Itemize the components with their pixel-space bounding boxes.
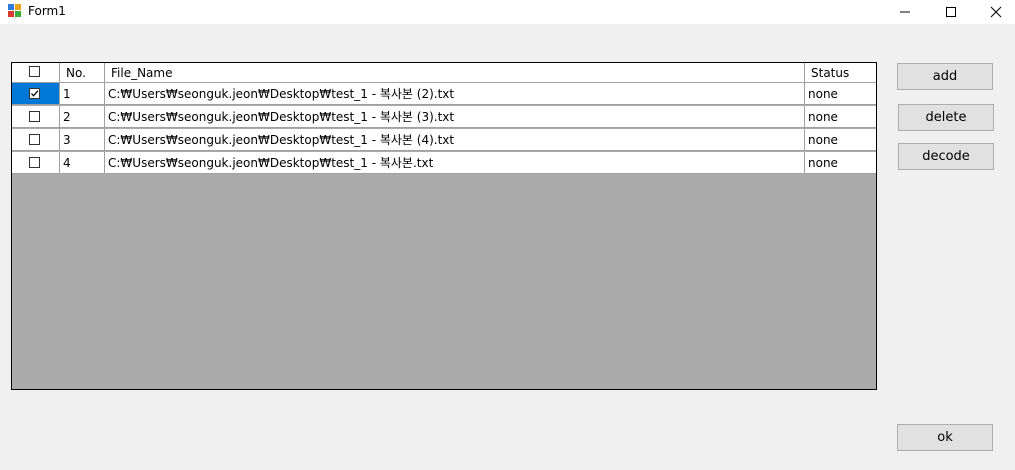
maximize-icon: [946, 7, 956, 17]
ok-button[interactable]: ok: [897, 424, 993, 451]
maximize-button[interactable]: [928, 0, 974, 24]
row-file-name-cell[interactable]: C:₩Users₩seonguk.jeon₩Desktop₩test_1 - 복…: [105, 152, 805, 173]
row-checkbox-cell[interactable]: [12, 129, 60, 150]
add-button[interactable]: add: [897, 63, 993, 90]
check-icon: [31, 90, 39, 97]
row-checkbox[interactable]: [29, 111, 40, 122]
delete-button[interactable]: delete: [898, 104, 994, 131]
minimize-button[interactable]: [882, 0, 928, 24]
table-row[interactable]: 4 C:₩Users₩seonguk.jeon₩Desktop₩test_1 -…: [12, 152, 876, 174]
row-no-cell[interactable]: 1: [60, 83, 105, 104]
minimize-icon: [900, 11, 910, 13]
row-no-cell[interactable]: 2: [60, 106, 105, 127]
title-bar[interactable]: Form1: [0, 0, 1015, 24]
decode-button[interactable]: decode: [898, 143, 994, 170]
row-file-name-cell[interactable]: C:₩Users₩seonguk.jeon₩Desktop₩test_1 - 복…: [105, 83, 805, 104]
row-checkbox-cell[interactable]: [12, 106, 60, 127]
row-status-cell[interactable]: none: [805, 129, 876, 150]
row-checkbox-cell[interactable]: [12, 83, 60, 104]
row-checkbox[interactable]: [29, 134, 40, 145]
column-header-status[interactable]: Status: [805, 63, 876, 82]
row-checkbox-cell[interactable]: [12, 152, 60, 173]
row-file-name-cell[interactable]: C:₩Users₩seonguk.jeon₩Desktop₩test_1 - 복…: [105, 129, 805, 150]
select-all-checkbox[interactable]: [29, 66, 40, 77]
row-status-cell[interactable]: none: [805, 152, 876, 173]
row-no-cell[interactable]: 3: [60, 129, 105, 150]
row-no-cell[interactable]: 4: [60, 152, 105, 173]
file-grid[interactable]: No. File_Name Status 1 C:₩Users₩seonguk.…: [11, 62, 877, 390]
header-checkbox-cell[interactable]: [12, 63, 60, 82]
table-row[interactable]: 2 C:₩Users₩seonguk.jeon₩Desktop₩test_1 -…: [12, 106, 876, 128]
row-file-name-cell[interactable]: C:₩Users₩seonguk.jeon₩Desktop₩test_1 - 복…: [105, 106, 805, 127]
table-row[interactable]: 3 C:₩Users₩seonguk.jeon₩Desktop₩test_1 -…: [12, 129, 876, 151]
window-title: Form1: [28, 4, 66, 18]
row-status-cell[interactable]: none: [805, 83, 876, 104]
column-header-no[interactable]: No.: [60, 63, 105, 82]
table-row[interactable]: 1 C:₩Users₩seonguk.jeon₩Desktop₩test_1 -…: [12, 83, 876, 105]
row-checkbox[interactable]: [29, 88, 40, 99]
app-icon: [8, 4, 22, 18]
row-checkbox[interactable]: [29, 157, 40, 168]
close-button[interactable]: [973, 0, 1015, 24]
column-header-file-name[interactable]: File_Name: [105, 63, 805, 82]
close-icon: [990, 6, 1002, 18]
grid-header: No. File_Name Status: [12, 63, 876, 83]
row-status-cell[interactable]: none: [805, 106, 876, 127]
